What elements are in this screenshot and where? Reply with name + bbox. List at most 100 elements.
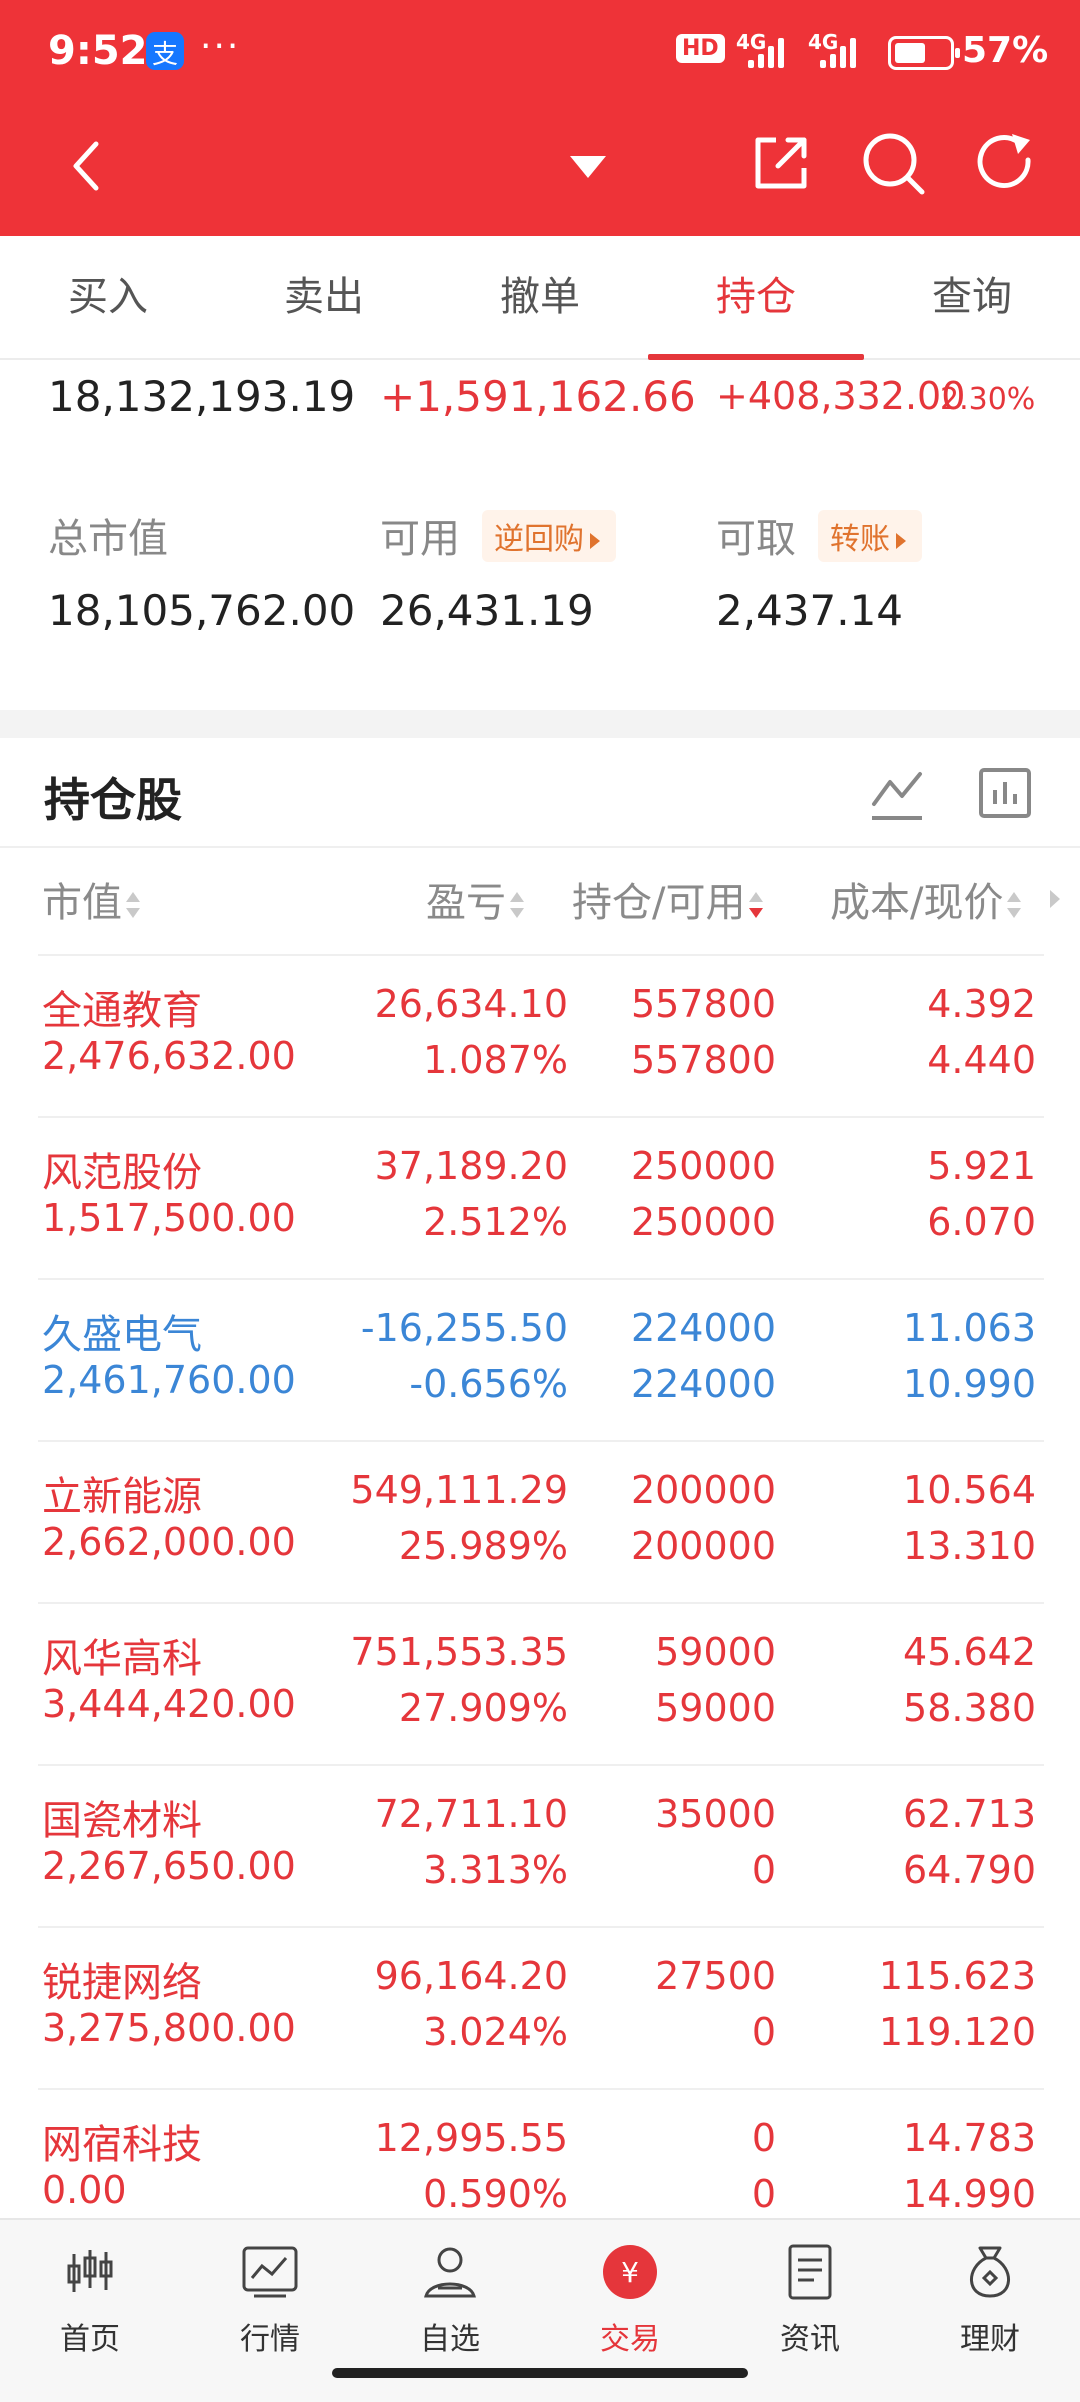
nav-watchlist-label: 自选	[420, 2322, 480, 2357]
total-assets-value: 18,132,193.19	[48, 372, 356, 421]
alipay-icon	[146, 32, 184, 71]
stock-pnl-percent: -0.656%	[409, 1362, 568, 1406]
transfer-button[interactable]: 转账	[818, 510, 922, 562]
table-row[interactable]: 久盛电气 2,461,760.00 -16,255.50 -0.656% 224…	[38, 1278, 1044, 1440]
stock-cost: 11.063	[903, 1306, 1036, 1350]
stock-position: 59000	[655, 1630, 776, 1674]
sort-desc-icon	[749, 890, 764, 920]
share-icon[interactable]	[750, 132, 812, 194]
chevron-left-icon[interactable]	[60, 136, 120, 196]
stock-available: 0	[751, 2172, 776, 2216]
stock-name: 立新能源	[42, 1474, 202, 1520]
withdrawable-label: 可取	[716, 516, 796, 562]
tab-sell[interactable]: 卖出	[216, 236, 432, 358]
stock-position: 224000	[630, 1306, 776, 1350]
table-row[interactable]: 全通教育 2,476,632.00 26,634.10 1.087% 55780…	[38, 954, 1044, 1116]
stock-position: 0	[751, 2116, 776, 2160]
col-market-value[interactable]: 市值	[42, 870, 140, 928]
bar-chart-icon[interactable]	[978, 764, 1032, 822]
stock-available: 0	[751, 2010, 776, 2054]
col-position[interactable]: 持仓/可用	[572, 870, 764, 928]
sort-icon	[510, 890, 524, 920]
tab-buy[interactable]: 买入	[0, 236, 216, 358]
col-cost-price[interactable]: 成本/现价	[830, 870, 1022, 928]
available-label: 可用	[380, 516, 460, 562]
stock-cost: 5.921	[927, 1144, 1036, 1188]
stock-market-value: 3,275,800.00	[42, 2006, 296, 2050]
nav-market-label: 行情	[240, 2322, 300, 2357]
battery-icon	[888, 36, 960, 70]
stock-available: 224000	[630, 1362, 776, 1406]
triangle-down-icon[interactable]	[568, 152, 608, 182]
home-indicator[interactable]	[332, 2368, 748, 2378]
refresh-icon[interactable]	[972, 130, 1038, 196]
table-row[interactable]: 国瓷材料 2,267,650.00 72,711.10 3.313% 35000…	[38, 1764, 1044, 1926]
stock-pnl-percent: 3.313%	[423, 1848, 568, 1892]
divider	[0, 846, 1080, 848]
stock-pnl: 751,553.35	[350, 1630, 568, 1674]
table-row[interactable]: 风范股份 1,517,500.00 37,189.20 2.512% 25000…	[38, 1116, 1044, 1278]
daily-pnl-value: +408,332.00	[716, 374, 966, 418]
stock-market-value: 2,662,000.00	[42, 1520, 296, 1564]
stock-position: 557800	[630, 982, 776, 1026]
stock-position: 250000	[630, 1144, 776, 1188]
table-row[interactable]: 锐捷网络 3,275,800.00 96,164.20 3.024% 27500…	[38, 1926, 1044, 2088]
wealth-icon	[970, 2246, 1010, 2298]
stock-cost: 14.783	[903, 2116, 1036, 2160]
reverse-repo-button[interactable]: 逆回购	[482, 510, 616, 562]
stock-price: 119.120	[878, 2010, 1036, 2054]
total-market-value-label: 总市值	[48, 516, 168, 562]
stock-name: 风范股份	[42, 1150, 202, 1196]
stock-pnl-percent: 27.909%	[398, 1686, 568, 1730]
line-chart-icon[interactable]	[868, 764, 926, 822]
stock-market-value: 2,476,632.00	[42, 1034, 296, 1078]
trade-tabs: 买入 卖出 撤单 持仓 查询	[0, 236, 1080, 360]
search-icon[interactable]	[860, 130, 926, 196]
triangle-right-icon	[896, 532, 906, 549]
tab-query[interactable]: 查询	[864, 236, 1080, 358]
status-bar: 9:52 ··· HD 4G 4G 57%	[0, 0, 1080, 100]
scroll-right-icon[interactable]	[1050, 890, 1060, 908]
col-market-value-label: 市值	[42, 880, 122, 926]
trade-icon: ¥	[603, 2245, 657, 2299]
table-row[interactable]: 风华高科 3,444,420.00 751,553.35 27.909% 590…	[38, 1602, 1044, 1764]
stock-name: 国瓷材料	[42, 1798, 202, 1844]
stock-market-value: 0.00	[42, 2168, 127, 2212]
stock-available: 250000	[630, 1200, 776, 1244]
hd-voice-badge: HD	[676, 34, 725, 63]
nav-trade-label: 交易	[600, 2322, 660, 2357]
stock-pnl: 37,189.20	[374, 1144, 568, 1188]
stock-price: 64.790	[903, 1848, 1036, 1892]
stock-price: 4.440	[927, 1038, 1036, 1082]
stock-name: 网宿科技	[42, 2122, 202, 2168]
nav-home[interactable]: 首页	[0, 2220, 180, 2402]
stock-price: 13.310	[903, 1524, 1036, 1568]
stock-name: 久盛电气	[42, 1312, 202, 1358]
account-summary: 18,132,193.19 +1,591,162.66 +408,332.00 …	[0, 360, 1080, 710]
stock-cost: 4.392	[927, 982, 1036, 1026]
app-header: 9:52 ··· HD 4G 4G 57%	[0, 0, 1080, 236]
home-chart-icon	[67, 2250, 113, 2292]
stock-position: 35000	[655, 1792, 776, 1836]
stock-cost: 45.642	[903, 1630, 1036, 1674]
battery-percent: 57%	[962, 30, 1049, 71]
stock-price: 10.990	[903, 1362, 1036, 1406]
stock-pnl: 26,634.10	[374, 982, 568, 1026]
nav-news-label: 资讯	[780, 2322, 840, 2357]
col-pnl[interactable]: 盈亏	[426, 870, 524, 928]
stock-pnl: 12,995.55	[374, 2116, 568, 2160]
tab-cancel[interactable]: 撤单	[432, 236, 648, 358]
svg-text:¥: ¥	[621, 2256, 639, 2289]
stock-available: 0	[751, 1848, 776, 1892]
stock-name: 锐捷网络	[42, 1960, 202, 2006]
stock-available: 200000	[630, 1524, 776, 1568]
stock-cost: 115.623	[878, 1954, 1036, 1998]
stock-price: 14.990	[903, 2172, 1036, 2216]
stock-pnl: 96,164.20	[374, 1954, 568, 1998]
col-position-label: 持仓/可用	[572, 880, 746, 926]
table-row[interactable]: 立新能源 2,662,000.00 549,111.29 25.989% 200…	[38, 1440, 1044, 1602]
tab-holdings[interactable]: 持仓	[648, 236, 864, 360]
daily-pnl-percent: 2.30%	[940, 382, 1036, 417]
withdrawable-value: 2,437.14	[716, 586, 904, 635]
nav-wealth[interactable]: 理财	[900, 2220, 1080, 2402]
